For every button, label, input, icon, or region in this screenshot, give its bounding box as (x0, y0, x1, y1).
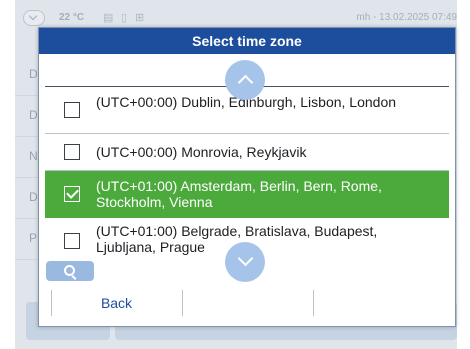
timezone-dialog: Select time zone (UTC+00:00) Dublin, Edi… (38, 27, 456, 327)
search-icon (64, 265, 75, 276)
scroll-up-button[interactable] (225, 60, 265, 100)
timezone-label: (UTC+00:00) Dublin, Edinburgh, Lisbon, L… (96, 94, 397, 110)
timezone-option[interactable]: (UTC+00:00) Monrovia, Reykjavik (45, 134, 449, 171)
timezone-label: (UTC+01:00) Belgrade, Bratislava, Budape… (96, 223, 378, 255)
back-button[interactable]: Back (51, 287, 182, 319)
timezone-option-selected[interactable]: (UTC+01:00) Amsterdam, Berlin, Bern, Rom… (45, 171, 449, 218)
checkbox[interactable] (64, 102, 80, 118)
dialog-title: Select time zone (39, 28, 455, 54)
timezone-label: (UTC+01:00) Amsterdam, Berlin, Bern, Rom… (96, 178, 382, 210)
checkbox[interactable] (64, 233, 80, 249)
footer-divider (182, 290, 183, 316)
search-button[interactable] (46, 261, 94, 281)
timezone-list: (UTC+00:00) Dublin, Edinburgh, Lisbon, L… (45, 87, 449, 264)
timezone-label: (UTC+00:00) Monrovia, Reykjavik (96, 144, 307, 160)
footer-divider (313, 290, 314, 316)
dialog-footer: Back (39, 287, 455, 326)
checkbox[interactable] (64, 144, 80, 160)
scroll-down-button[interactable] (225, 242, 265, 282)
checkbox-checked[interactable] (64, 186, 80, 202)
